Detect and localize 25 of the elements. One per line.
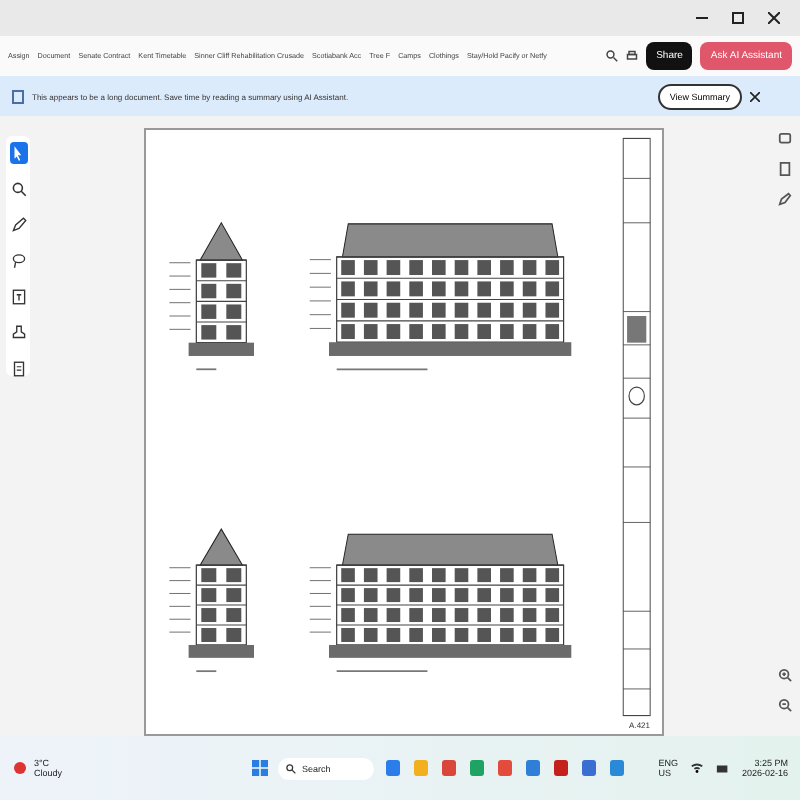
wifi-icon[interactable]	[689, 762, 704, 774]
select-tool-icon[interactable]	[9, 142, 27, 164]
minimize-icon[interactable]	[696, 12, 708, 24]
close-icon[interactable]	[750, 91, 760, 101]
zoom-out-icon[interactable]	[777, 698, 791, 712]
page-tool-icon[interactable]	[9, 358, 27, 380]
search-icon[interactable]	[606, 50, 619, 62]
battery-icon[interactable]	[715, 763, 730, 773]
print-icon[interactable]	[626, 50, 639, 62]
close-icon[interactable]	[768, 12, 780, 24]
weather-icon[interactable]	[12, 760, 28, 776]
comment-icon[interactable]	[777, 132, 791, 146]
zoom-tool-icon[interactable]	[9, 178, 27, 200]
side-elevation-drawing	[168, 528, 254, 672]
page-icon[interactable]	[777, 162, 791, 176]
lasso-tool-icon[interactable]	[9, 250, 27, 272]
pen-icon[interactable]	[777, 192, 791, 206]
document-icon	[12, 89, 24, 103]
stamp-tool-icon[interactable]	[9, 322, 27, 344]
windows-start-icon[interactable]	[252, 760, 268, 776]
pen-tool-icon[interactable]	[9, 214, 27, 236]
maximize-icon[interactable]	[732, 12, 744, 24]
zoom-in-icon[interactable]	[777, 668, 791, 682]
search-icon	[286, 763, 296, 773]
text-box-tool-icon[interactable]	[9, 286, 27, 308]
